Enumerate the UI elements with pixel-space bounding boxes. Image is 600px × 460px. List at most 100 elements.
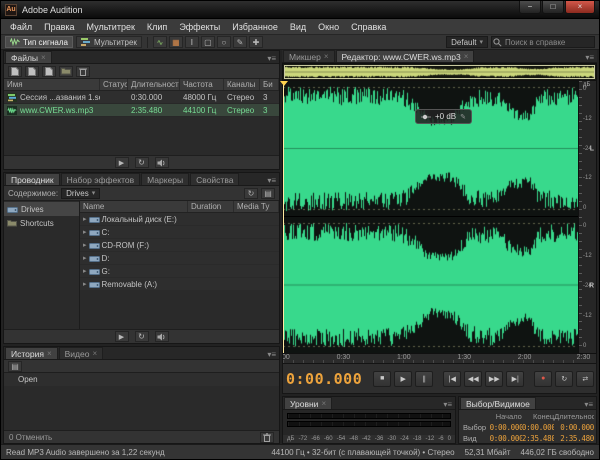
expand-icon[interactable]: ▸ [83, 254, 87, 262]
panel-menu-icon[interactable]: ▾≡ [264, 176, 279, 185]
marquee-tool-icon[interactable]: ▢ [200, 36, 215, 48]
tab-selection-view[interactable]: Выбор/Видимое [460, 397, 536, 409]
expand-icon[interactable]: ▸ [83, 228, 87, 236]
snapshot-icon[interactable]: ▤ [8, 360, 22, 372]
skip-forward-button[interactable]: ▶| [506, 370, 525, 387]
skip-back-button[interactable]: |◀ [443, 370, 462, 387]
selection-value[interactable]: 2:35.480 [522, 434, 554, 443]
tab-editor[interactable]: Редактор: www.CWER.ws.mp3 × [335, 50, 475, 62]
expand-icon[interactable]: ▸ [83, 280, 87, 288]
brush-tool-icon[interactable]: ✎ [232, 36, 247, 48]
column-header-duration[interactable]: Duration [188, 201, 234, 212]
pause-button[interactable]: ∥ [415, 370, 434, 387]
media-browser-icon[interactable] [59, 65, 73, 77]
menu-справка[interactable]: Справка [345, 20, 392, 34]
waveform-right-channel[interactable] [283, 217, 578, 353]
loop-button[interactable]: ↻ [555, 370, 574, 387]
menu-эффекты[interactable]: Эффекты [173, 20, 226, 34]
timecode-display[interactable]: 0:00.000 [286, 370, 362, 388]
selection-value[interactable]: 2:35.480 [554, 434, 594, 443]
maximize-button[interactable]: □ [542, 1, 564, 14]
column-header-2[interactable]: Длительность [128, 79, 180, 90]
drive-item[interactable]: ▸ CD-ROM (F:) [80, 239, 279, 252]
tab-набор-эффектов[interactable]: Набор эффектов [60, 173, 141, 185]
trash-icon[interactable] [76, 65, 90, 77]
panel-menu-icon[interactable]: ▾≡ [440, 400, 455, 409]
lasso-tool-icon[interactable]: ○ [216, 36, 231, 48]
close-icon[interactable]: × [321, 399, 326, 408]
search-input[interactable] [491, 36, 595, 48]
panel-menu-icon[interactable]: ▾≡ [264, 350, 279, 359]
file-row[interactable]: www.CWER.ws.mp3 2:35.480 44100 Гц Стерео 3 [4, 104, 279, 117]
import-file-icon[interactable] [8, 65, 22, 77]
menu-клип[interactable]: Клип [141, 20, 173, 34]
hud-edit-icon[interactable]: ✎ [460, 113, 466, 121]
zoom-navigator[interactable] [282, 63, 597, 81]
tab-проводник[interactable]: Проводник [5, 173, 60, 185]
preview-volume-icon[interactable] [154, 331, 169, 342]
view-list-icon[interactable]: ▤ [261, 187, 275, 199]
tree-item-drives[interactable]: Drives [4, 202, 79, 216]
tab-свойства[interactable]: Свойства [190, 173, 240, 185]
tab-mixer[interactable]: Микшер × [283, 50, 335, 62]
workspace-dropdown[interactable]: Default ▾ [446, 36, 488, 48]
tab-видео[interactable]: Видео × [58, 347, 104, 359]
close-icon[interactable]: × [92, 349, 97, 358]
title-bar[interactable]: Au Adobe Audition − □ × [1, 1, 599, 19]
column-header-4[interactable]: Каналы [224, 79, 260, 90]
time-selection-tool-icon[interactable]: I [184, 36, 199, 48]
column-header-0[interactable]: Имя [4, 79, 100, 90]
heal-tool-icon[interactable]: ✚ [248, 36, 263, 48]
tab-маркеры[interactable]: Маркеры [141, 173, 190, 185]
new-file-icon[interactable] [42, 65, 56, 77]
drive-item[interactable]: ▸ C: [80, 226, 279, 239]
column-header-media-ty[interactable]: Media Ty [234, 201, 279, 212]
waveform-view-button[interactable]: Тип сигнала [5, 36, 73, 48]
expand-icon[interactable]: ▸ [83, 215, 87, 223]
expand-icon[interactable]: ▸ [83, 267, 87, 275]
column-header-1[interactable]: Статус [100, 79, 128, 90]
play-icon[interactable]: ▶ [114, 157, 129, 168]
close-button[interactable]: × [565, 1, 595, 14]
panel-menu-icon[interactable]: ▾≡ [582, 53, 597, 62]
spectral-display-icon[interactable]: ▦ [168, 36, 183, 48]
column-header-5[interactable]: Би [260, 79, 279, 90]
level-meter[interactable] [283, 410, 455, 435]
close-icon[interactable]: × [464, 52, 469, 61]
expand-icon[interactable]: ▸ [83, 241, 87, 249]
menu-правка[interactable]: Правка [38, 20, 80, 34]
menu-мультитрек[interactable]: Мультитрек [81, 20, 141, 34]
trash-icon[interactable] [260, 431, 274, 443]
refresh-icon[interactable]: ↻ [244, 187, 258, 199]
close-icon[interactable]: × [47, 349, 52, 358]
play-button[interactable]: ▶ [394, 370, 413, 387]
menu-избранное[interactable]: Избранное [226, 20, 284, 34]
amplitude-ruler[interactable]: дБ 0 -12 -24 -12 0 L 0 -12 -24 -12 0 R [578, 81, 596, 353]
gain-hud[interactable]: +0 dB ✎ [415, 109, 473, 124]
selection-value[interactable]: 0:00.000 [522, 423, 554, 432]
play-icon[interactable]: ▶ [114, 331, 129, 342]
close-icon[interactable]: × [41, 53, 46, 62]
preview-volume-icon[interactable] [154, 157, 169, 168]
rewind-button[interactable]: ◀◀ [464, 370, 483, 387]
playhead[interactable] [283, 81, 284, 353]
fast-forward-button[interactable]: ▶▶ [485, 370, 504, 387]
record-button[interactable]: ● [534, 370, 553, 387]
history-item[interactable]: Open [4, 373, 279, 386]
loop-icon[interactable]: ↻ [134, 157, 149, 168]
waveform-left-channel[interactable] [283, 81, 578, 216]
navigator-view-frame[interactable] [284, 65, 595, 79]
playhead-handle-icon[interactable] [280, 81, 288, 86]
menu-файл[interactable]: Файл [4, 20, 38, 34]
panel-menu-icon[interactable]: ▾≡ [264, 54, 279, 63]
selection-value[interactable]: 0:00.000 [490, 434, 522, 443]
drive-item[interactable]: ▸ D: [80, 252, 279, 265]
waveform-display[interactable]: +0 dB ✎ дБ 0 -12 -24 -12 0 L 0 -12 -24 -12 0 R [280, 81, 597, 354]
tree-item-shortcuts[interactable]: Shortcuts [4, 216, 79, 230]
open-file-icon[interactable] [25, 65, 39, 77]
file-row[interactable]: Сессия ...азвания 1.sesx 0:30.000 48000 Гц… [4, 91, 279, 104]
minimize-button[interactable]: − [519, 1, 541, 14]
waveform-display-icon[interactable]: ∿ [152, 36, 167, 48]
tab-levels[interactable]: Уровни × [284, 397, 333, 409]
multitrack-view-button[interactable]: Мультитрек [75, 36, 142, 48]
